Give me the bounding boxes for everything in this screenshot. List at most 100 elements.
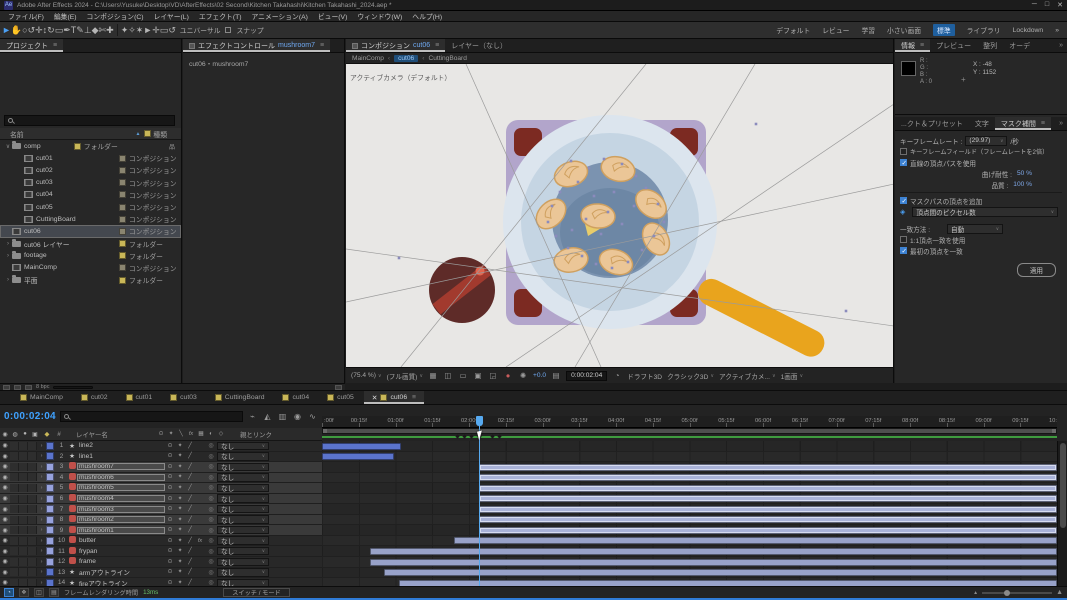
collapse-switch[interactable]: ✦ bbox=[175, 464, 185, 470]
quality-switch[interactable]: ╱ bbox=[185, 496, 195, 502]
menu-item-5[interactable]: アニメーション(A) bbox=[247, 11, 313, 21]
label-chip[interactable] bbox=[119, 155, 126, 162]
switch-box[interactable] bbox=[28, 484, 37, 492]
menu-item-6[interactable]: ビュー(V) bbox=[313, 11, 352, 21]
quality-switch[interactable]: ╱ bbox=[185, 453, 195, 459]
mask-vertex[interactable] bbox=[653, 235, 656, 238]
switch-box[interactable] bbox=[28, 516, 37, 524]
vertex-mode-select[interactable]: 頂点間のピクセル数∨ bbox=[912, 207, 1058, 217]
duration-bar-line2[interactable] bbox=[322, 443, 401, 450]
track-lane-butter[interactable] bbox=[322, 536, 1057, 547]
linear-vertex-checkbox[interactable] bbox=[900, 159, 907, 166]
quality-switch[interactable]: ╱ bbox=[185, 580, 195, 586]
layer-name[interactable]: line2 bbox=[77, 442, 165, 449]
label-chip[interactable] bbox=[74, 143, 81, 150]
timeline-tab-cut02[interactable]: cut02 bbox=[73, 391, 116, 404]
mask-vertex[interactable] bbox=[663, 221, 666, 224]
shy-switch[interactable]: ⊙ bbox=[165, 443, 175, 449]
parent-pickwhip-icon[interactable]: ◎ bbox=[205, 537, 217, 544]
project-item-平面[interactable]: ›平面フォルダー bbox=[0, 274, 181, 286]
menu-item-0[interactable]: ファイル(F) bbox=[3, 11, 49, 21]
layer-label-chip[interactable] bbox=[46, 558, 54, 566]
visibility-eye-icon[interactable]: ◉ bbox=[0, 442, 10, 449]
snapshot-icon[interactable]: ▤ bbox=[551, 371, 561, 380]
layer-label-chip[interactable] bbox=[46, 526, 54, 534]
mask-vertex[interactable] bbox=[607, 211, 610, 214]
track-lane-mushroom6[interactable] bbox=[322, 473, 1057, 484]
parent-select[interactable]: なし∨ bbox=[217, 568, 269, 577]
shy-switch[interactable]: ⊙ bbox=[165, 485, 175, 491]
tab-audio[interactable]: オーデ bbox=[1003, 39, 1036, 52]
tab-align[interactable]: 整列 bbox=[977, 39, 1003, 52]
layer-label-chip[interactable] bbox=[46, 495, 54, 503]
layer-row-fireアウトライン[interactable]: ◉›14★fireアウトライン⊙✦╱◎なし∨ bbox=[0, 578, 322, 586]
collapse-switch[interactable]: ✦ bbox=[175, 527, 185, 533]
channel-icon[interactable]: ● bbox=[503, 371, 513, 380]
more-panels-chevron[interactable]: » bbox=[1053, 39, 1067, 52]
visibility-eye-icon[interactable]: ◉ bbox=[0, 579, 10, 586]
parent-pickwhip-icon[interactable]: ◎ bbox=[205, 516, 217, 523]
shy-switch[interactable]: ⊙ bbox=[165, 569, 175, 575]
new-folder-icon[interactable] bbox=[14, 385, 21, 390]
eraser-tool[interactable]: ◆ bbox=[92, 25, 99, 35]
mask-vertex[interactable] bbox=[627, 261, 630, 264]
layer-name[interactable]: mushroom4 bbox=[77, 495, 165, 502]
pan-camera-tool[interactable]: ✛ bbox=[35, 25, 43, 35]
duration-bar-frame[interactable] bbox=[370, 559, 1057, 566]
layer-row-mushroom2[interactable]: ◉›8mushroom2⊙✦╱◎なし∨ bbox=[0, 515, 322, 526]
expand-switches-icon[interactable]: ❖ bbox=[19, 588, 29, 597]
project-columns[interactable]: 名前 ▲ 種類 bbox=[0, 128, 181, 140]
workspace-レビュー[interactable]: レビュー bbox=[822, 25, 849, 35]
switch-box[interactable] bbox=[10, 526, 19, 534]
track-lane-fireアウトライン[interactable] bbox=[322, 578, 1057, 586]
workspace-more-chevron[interactable]: » bbox=[1055, 27, 1059, 34]
track-lane-mushroom4[interactable] bbox=[322, 494, 1057, 505]
switch-box[interactable] bbox=[10, 495, 19, 503]
mask-vertex[interactable] bbox=[567, 247, 570, 250]
layer-twirl-icon[interactable]: › bbox=[37, 517, 46, 523]
rotate-tool[interactable]: ↻ bbox=[47, 25, 55, 35]
visibility-eye-icon[interactable]: ◉ bbox=[0, 569, 10, 576]
layer-twirl-icon[interactable]: › bbox=[37, 527, 46, 533]
project-item-cut03[interactable]: cut03コンポジション bbox=[0, 177, 181, 189]
timeline-tab-cut04[interactable]: cut04 bbox=[274, 391, 317, 404]
quality-switch[interactable]: ╱ bbox=[185, 485, 195, 491]
quality-value[interactable]: 100 % bbox=[1013, 181, 1032, 188]
switch-box[interactable] bbox=[10, 558, 19, 566]
camera-view-select[interactable]: アクティブカメ...∨ bbox=[719, 371, 776, 381]
workspace-デフォルト[interactable]: デフォルト bbox=[776, 25, 810, 35]
brush-tool[interactable]: ✎ bbox=[76, 25, 84, 35]
column-name[interactable]: 名前 bbox=[10, 129, 24, 139]
mask-vertex[interactable] bbox=[595, 263, 598, 266]
mask-vertex[interactable] bbox=[755, 123, 758, 126]
switch-box[interactable] bbox=[28, 505, 37, 513]
motion-blur-icon[interactable]: ◉ bbox=[292, 412, 303, 421]
visibility-eye-icon[interactable]: ◉ bbox=[0, 516, 10, 523]
layer-label-chip[interactable] bbox=[46, 484, 54, 492]
layer-twirl-icon[interactable]: › bbox=[37, 580, 46, 586]
mask-vertex[interactable] bbox=[577, 181, 580, 184]
region-of-interest-icon[interactable]: ▭ bbox=[458, 371, 468, 380]
mask-vertex[interactable] bbox=[600, 233, 603, 236]
quality-switch[interactable]: ╱ bbox=[185, 559, 195, 565]
mask-vertex[interactable] bbox=[613, 191, 616, 194]
layer-label-chip[interactable] bbox=[46, 516, 54, 524]
switch-box[interactable] bbox=[10, 505, 19, 513]
mask-vertex[interactable] bbox=[559, 191, 562, 194]
tab-mask-interpolation[interactable]: マスク補間≡ bbox=[995, 117, 1051, 130]
menu-item-3[interactable]: レイヤー(L) bbox=[149, 11, 194, 21]
label-chip[interactable] bbox=[119, 264, 126, 271]
tab-project[interactable]: プロジェクト≡ bbox=[0, 39, 63, 52]
switch-box[interactable] bbox=[28, 547, 37, 555]
new-composition-icon[interactable] bbox=[25, 385, 32, 390]
parent-select[interactable]: なし∨ bbox=[217, 473, 269, 482]
track-lane-frame[interactable] bbox=[322, 557, 1057, 568]
menu-item-1[interactable]: 編集(E) bbox=[49, 11, 82, 21]
breadcrumb-cut06[interactable]: cut06 bbox=[394, 55, 418, 62]
layer-twirl-icon[interactable]: › bbox=[37, 569, 46, 575]
parent-select[interactable]: なし∨ bbox=[217, 494, 269, 503]
switch-box[interactable] bbox=[19, 473, 28, 481]
mask-vertex[interactable] bbox=[845, 310, 848, 313]
track-lane-mushroom3[interactable] bbox=[322, 504, 1057, 515]
layer-twirl-icon[interactable]: › bbox=[37, 443, 46, 449]
